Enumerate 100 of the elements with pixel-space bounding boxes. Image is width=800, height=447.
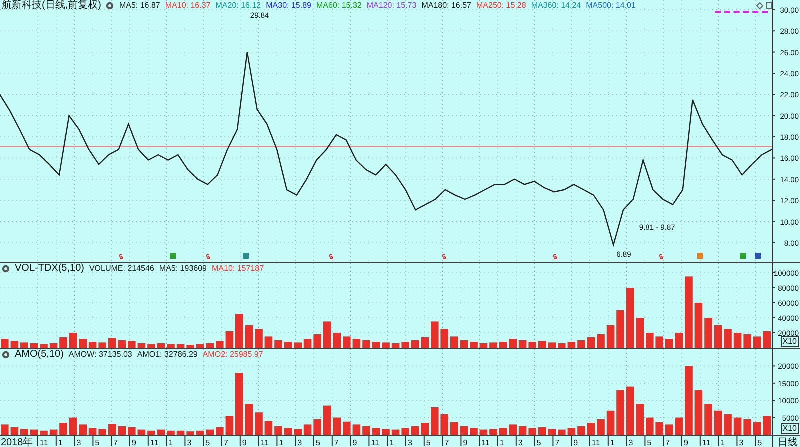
date-label: 3 <box>628 438 634 447</box>
volume-bar <box>333 418 342 435</box>
volume-bar <box>1 339 9 348</box>
volume-bar <box>79 424 87 435</box>
settings-icon[interactable] <box>2 265 10 273</box>
date-label: 3 <box>187 438 192 447</box>
volume-bar <box>148 430 156 435</box>
date-label: 1 <box>610 438 615 447</box>
volume-bar <box>744 334 752 348</box>
volume-bar <box>411 340 420 348</box>
volume-bar <box>480 430 488 435</box>
volume-bar <box>294 429 302 435</box>
marker-icon[interactable] <box>740 253 746 259</box>
settings-icon[interactable] <box>2 351 10 359</box>
volume-bar <box>50 430 58 435</box>
volume-bar <box>245 404 254 435</box>
volume-bar <box>157 430 166 435</box>
date-label: 7 <box>334 438 339 447</box>
indicator-value: MA500: 14.01 <box>586 1 636 11</box>
volume-bar <box>714 326 722 348</box>
volume-bar <box>440 329 448 348</box>
dashed-line <box>715 11 768 13</box>
volume-bar <box>616 390 624 435</box>
date-label: 5 <box>758 438 762 447</box>
marker-icon[interactable] <box>442 254 446 260</box>
indicator-value: AMO1: 32786.29 <box>137 350 198 360</box>
volume-bar <box>460 340 468 348</box>
volume-bar <box>1 424 9 435</box>
volume-bar <box>108 424 116 435</box>
volume-bar <box>616 310 624 348</box>
indicator-value: MA10: 16.37 <box>165 1 211 11</box>
marker-icon[interactable] <box>755 253 761 259</box>
indicator-value: MA360: 14.24 <box>531 1 582 11</box>
date-label: 3 <box>739 438 744 447</box>
volume-bar <box>606 326 615 348</box>
volume-bar <box>431 408 439 435</box>
indicator-value: AMOW: 37135.03 <box>68 350 132 360</box>
volume-bar <box>196 344 204 348</box>
volume-bar <box>236 314 244 348</box>
volume-bar <box>518 340 527 348</box>
date-label: 11 <box>702 438 711 447</box>
volume-bar <box>274 340 282 348</box>
volume-bar <box>744 420 752 435</box>
date-label: 3 <box>298 438 302 447</box>
volume-bar <box>656 336 664 348</box>
volume-bar <box>20 342 28 348</box>
date-label: 9 <box>132 438 136 447</box>
volume-bar <box>294 342 302 348</box>
volume-bar <box>60 423 68 435</box>
marker-icon[interactable] <box>243 253 249 259</box>
volume-bar <box>724 414 732 435</box>
volume-bar <box>167 344 175 348</box>
date-label: 11 <box>592 438 600 447</box>
volume-bar <box>382 342 390 348</box>
diamond-icon[interactable] <box>756 2 764 10</box>
volume-bar <box>421 423 429 435</box>
volume-bar <box>98 342 106 348</box>
volume-bar <box>304 339 312 348</box>
volume-bar <box>333 333 342 348</box>
volume-bar <box>704 318 712 348</box>
marker-icon[interactable] <box>554 254 558 260</box>
volume-bar <box>646 333 654 348</box>
date-label: 11 <box>371 438 380 447</box>
volume-bar <box>128 341 136 348</box>
marker-icon[interactable] <box>697 253 703 259</box>
volume-bar <box>763 332 771 348</box>
indicator-value: VOLUME: 214546 <box>89 264 154 274</box>
volume-bar <box>284 342 292 348</box>
volume-bar <box>754 336 762 348</box>
volume-bar <box>314 420 322 435</box>
date-label: 5 <box>536 438 542 447</box>
panel-icon[interactable] <box>766 2 772 9</box>
indicator-value: MA60: 15.32 <box>316 1 362 11</box>
marker-icon[interactable] <box>120 254 124 260</box>
volume-bar <box>245 326 254 348</box>
volume-bar <box>118 340 126 348</box>
settings-icon[interactable] <box>106 2 114 10</box>
date-label: 7 <box>114 438 118 447</box>
indicator-value: MA5: 193609 <box>159 264 207 274</box>
volume-bar <box>79 339 87 348</box>
date-label: 1 <box>168 438 174 447</box>
volume-bar <box>421 338 429 348</box>
volume-bar <box>343 336 351 348</box>
date-label: 11 <box>40 438 48 447</box>
volume-bar <box>450 336 458 348</box>
volume-bar <box>372 428 380 435</box>
volume-bar <box>558 344 566 348</box>
date-label: 3 <box>518 438 523 447</box>
marker-icon[interactable] <box>330 254 334 260</box>
volume-bar <box>284 428 292 435</box>
date-label: 9 <box>463 438 468 447</box>
volume-bar <box>685 366 693 435</box>
indicator-value: MA10: 157187 <box>212 264 264 274</box>
volume-bar <box>734 333 742 348</box>
volume-bar <box>314 334 322 348</box>
marker-icon[interactable] <box>660 254 664 260</box>
marker-icon[interactable] <box>170 253 176 259</box>
volume-bar <box>597 420 605 435</box>
marker-icon[interactable] <box>206 254 210 260</box>
volume-bar <box>236 373 244 435</box>
